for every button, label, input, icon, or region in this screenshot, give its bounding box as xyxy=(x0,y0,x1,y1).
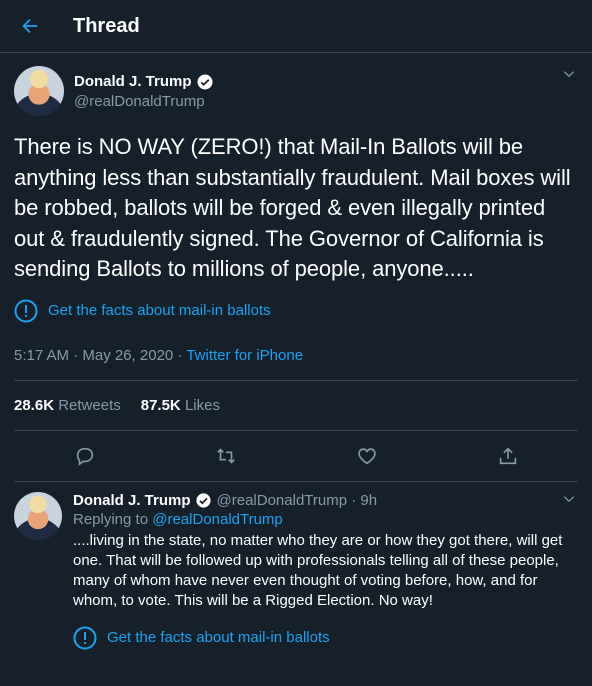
chevron-down-icon[interactable] xyxy=(562,67,576,86)
reply-text: ....living in the state, no matter who t… xyxy=(73,531,563,609)
verified-badge-icon xyxy=(196,73,214,91)
replying-handle-link[interactable]: @realDonaldTrump xyxy=(152,511,283,528)
page-title: Thread xyxy=(73,14,140,37)
tweet-meta: 5:17 AM · May 26, 2020 · Twitter for iPh… xyxy=(14,347,578,381)
avatar[interactable] xyxy=(14,66,64,116)
author-handle[interactable]: @realDonaldTrump xyxy=(74,93,214,110)
tweet-source[interactable]: Twitter for iPhone xyxy=(186,347,303,364)
facts-link[interactable]: Get the facts about mail-in ballots xyxy=(14,299,578,323)
tweet-timestamp[interactable]: 5:17 AM · May 26, 2020 · xyxy=(14,347,186,364)
back-button[interactable] xyxy=(0,15,60,37)
like-button[interactable] xyxy=(356,445,378,467)
facts-label[interactable]: Get the facts about mail-in ballots xyxy=(107,629,330,646)
main-tweet: Donald J. Trump @realDonaldTrump There i… xyxy=(0,53,592,482)
likes-stat[interactable]: 87.5K Likes xyxy=(141,397,220,414)
reply-tweet[interactable]: Donald J. Trump @realDonaldTrump · 9h Re… xyxy=(0,482,592,650)
heart-icon xyxy=(357,447,376,464)
retweets-stat[interactable]: 28.6K Retweets xyxy=(14,397,121,414)
avatar[interactable] xyxy=(14,491,62,540)
chevron-down-icon[interactable] xyxy=(562,492,576,511)
reply-facts-link[interactable]: Get the facts about mail-in ballots xyxy=(73,626,578,650)
exclamation-circle-icon xyxy=(14,299,38,322)
reply-author-name[interactable]: Donald J. Trump xyxy=(73,492,191,509)
retweet-button[interactable] xyxy=(215,445,237,467)
share-button[interactable] xyxy=(497,445,519,467)
reply-button[interactable] xyxy=(74,445,96,467)
reply-author-handle[interactable]: @realDonaldTrump · 9h xyxy=(217,492,378,509)
facts-label[interactable]: Get the facts about mail-in ballots xyxy=(48,302,271,319)
tweet-actions xyxy=(14,431,578,482)
verified-badge-icon xyxy=(195,492,212,509)
thread-header: Thread xyxy=(0,0,592,53)
share-icon xyxy=(499,446,516,464)
tweet-stats: 28.6K Retweets 87.5K Likes xyxy=(14,381,578,431)
exclamation-circle-icon xyxy=(73,626,97,649)
author-name[interactable]: Donald J. Trump xyxy=(74,73,192,90)
comment-icon xyxy=(76,447,93,466)
tweet-author: Donald J. Trump @realDonaldTrump xyxy=(14,53,578,116)
retweet-icon xyxy=(216,447,235,464)
replying-to: Replying to @realDonaldTrump xyxy=(73,510,283,528)
arrow-left-icon xyxy=(22,18,38,34)
tweet-text: There is NO WAY (ZERO!) that Mail-In Bal… xyxy=(14,134,571,281)
